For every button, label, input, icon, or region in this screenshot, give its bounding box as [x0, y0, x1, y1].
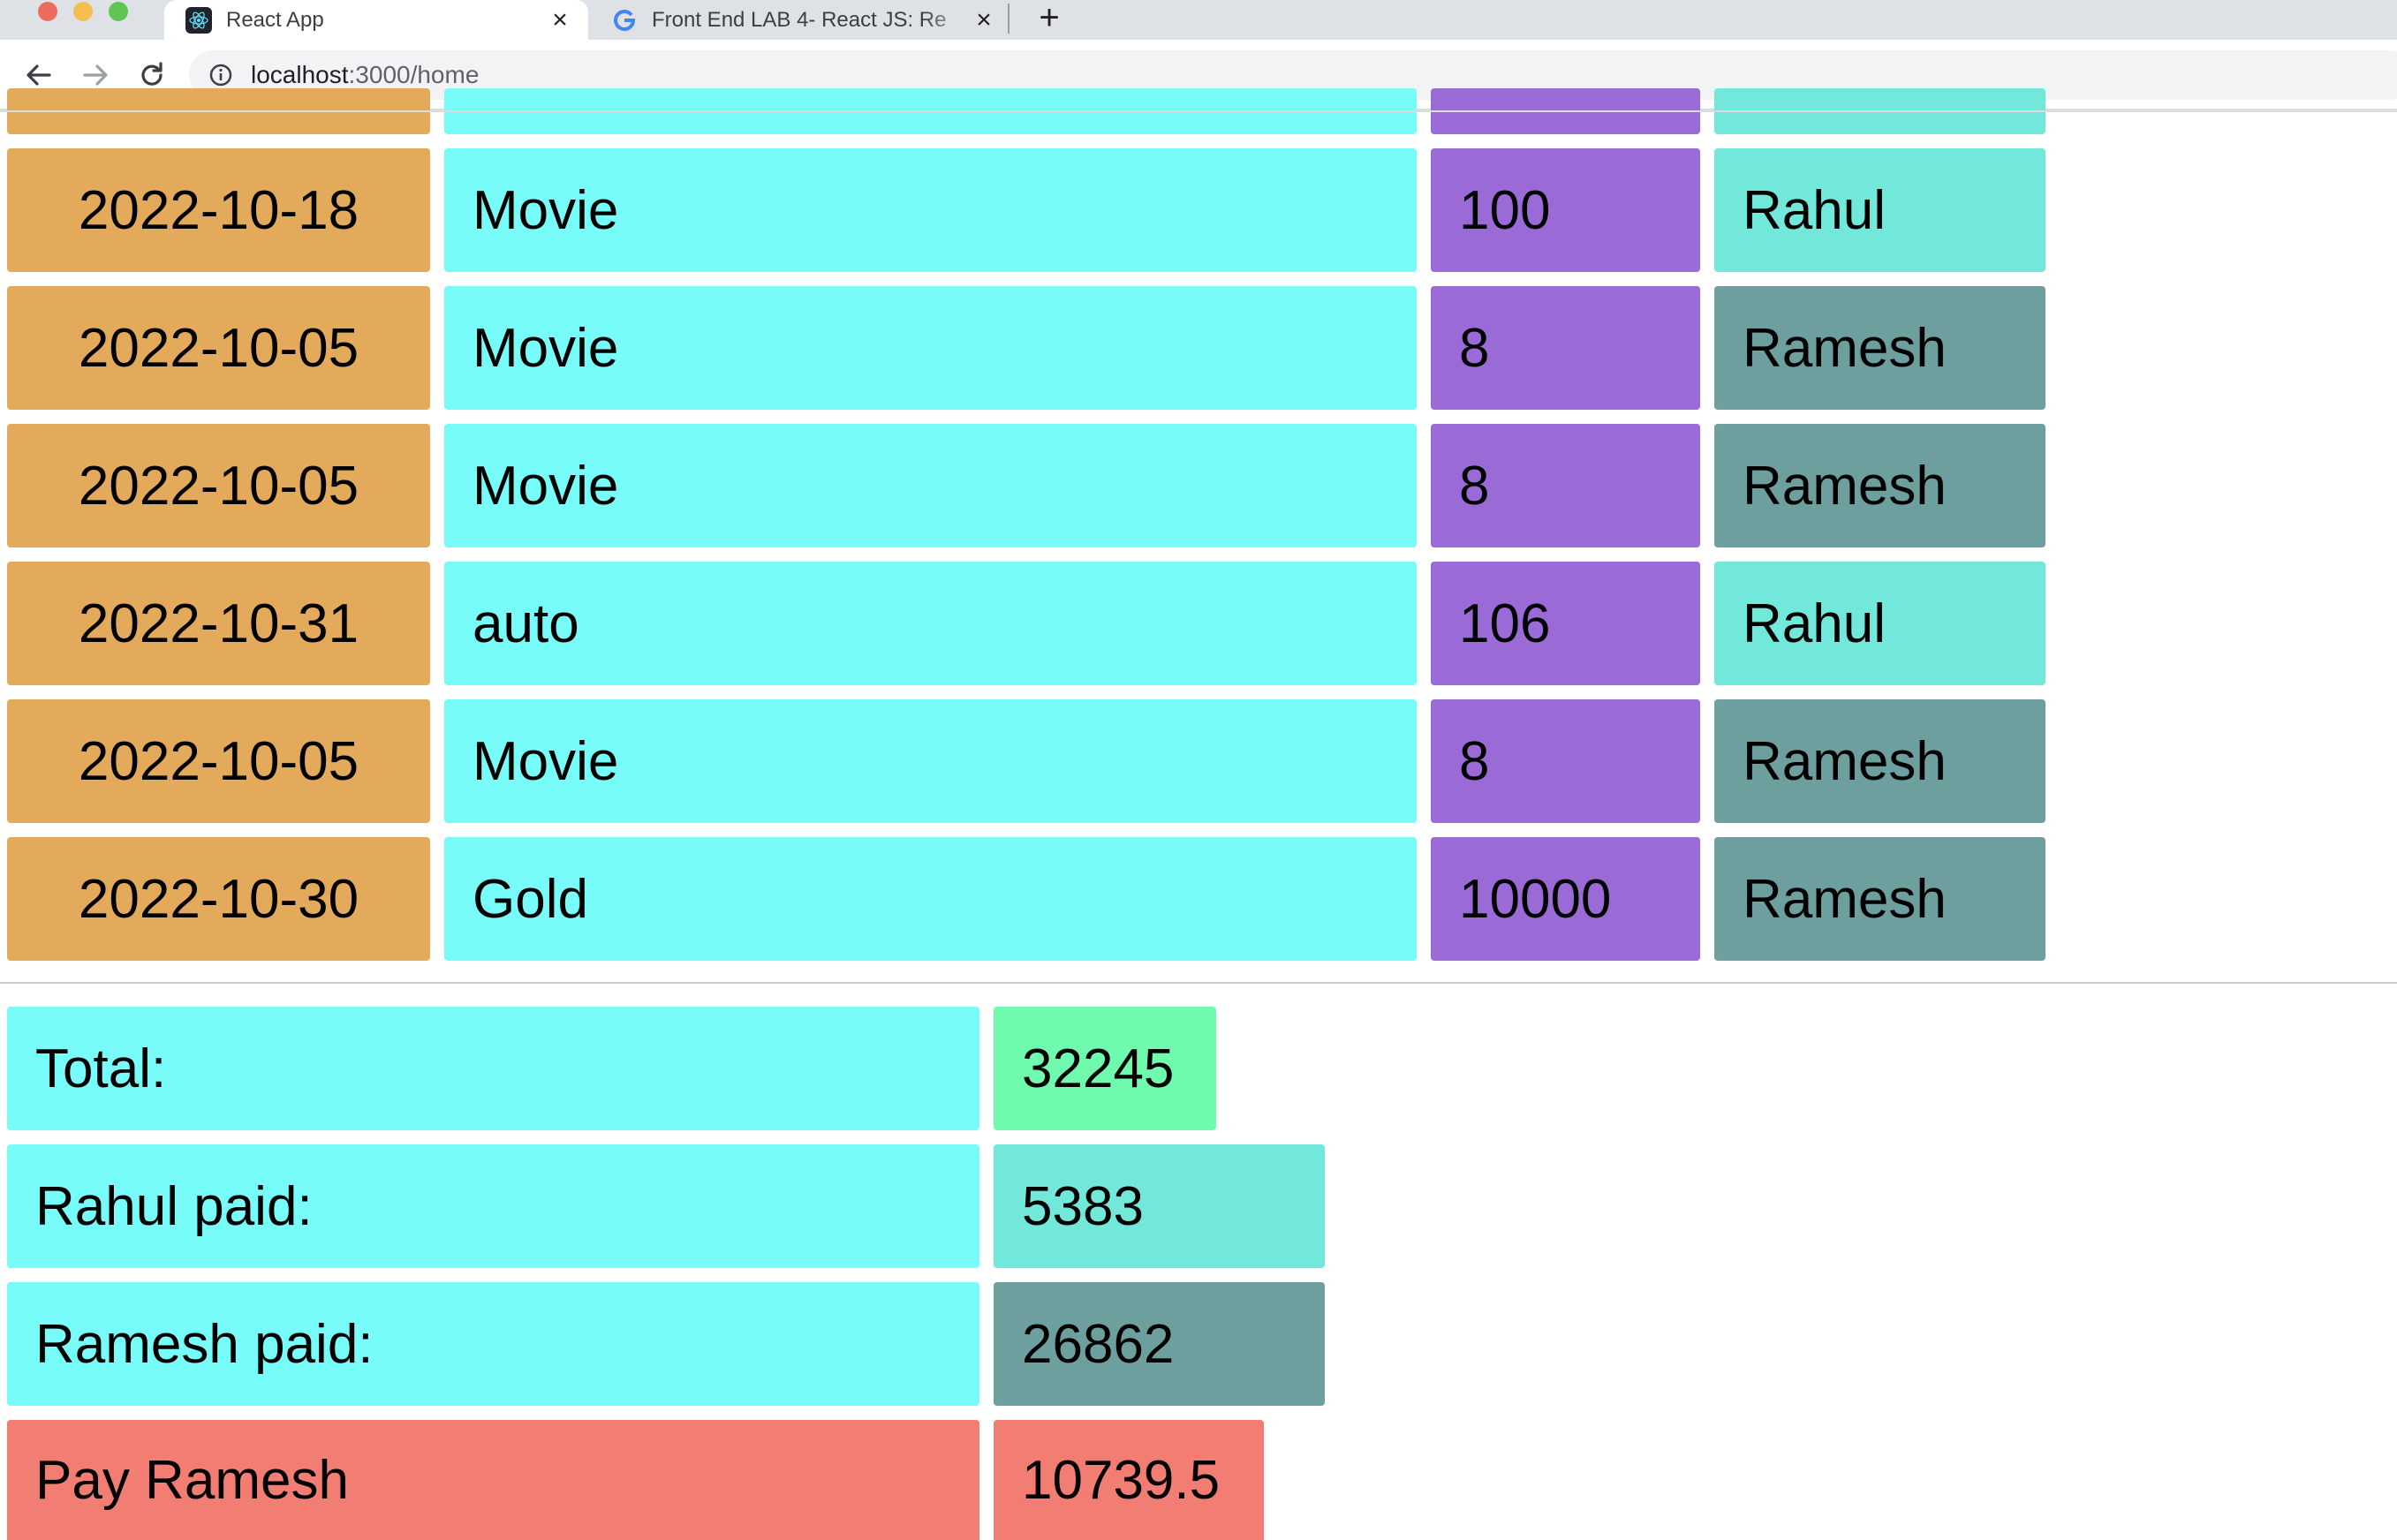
window-close-button[interactable] [38, 2, 57, 21]
new-tab-plus-icon[interactable]: + [1033, 0, 1065, 37]
payee-cell: Ramesh [1714, 286, 2045, 410]
tab-front-end-lab[interactable]: Front End LAB 4- React JS: Re × [597, 0, 1012, 40]
window-minimize-button[interactable] [73, 2, 93, 21]
tab-divider [1008, 4, 1009, 34]
total-value: 32245 [994, 1007, 1216, 1130]
date-cell: 2022-10-30 [7, 837, 430, 961]
date-cell: 2022-10-05 [7, 286, 430, 410]
browser-tab-strip: React App × Front End LAB 4- React JS: R… [0, 0, 2397, 40]
date-cell: 2022-10-05 [7, 424, 430, 547]
ramesh-paid-value: 26862 [994, 1282, 1325, 1406]
price-cell: 8 [1431, 286, 1700, 410]
react-favicon-icon [185, 6, 212, 34]
close-icon[interactable]: × [548, 6, 572, 33]
window-zoom-button[interactable] [109, 2, 128, 21]
total-label: Total: [7, 1007, 979, 1130]
payee-cell: Ramesh [1714, 424, 2045, 547]
pay-ramesh-label: Pay Ramesh [7, 1420, 979, 1540]
pay-ramesh-value: 10739.5 [994, 1420, 1264, 1540]
price-cell: 8 [1431, 699, 1700, 823]
close-icon[interactable]: × [972, 6, 996, 33]
price-cell: 100 [1431, 148, 1700, 272]
section-divider [0, 982, 2397, 984]
rahul-paid-value: 5383 [994, 1144, 1325, 1268]
info-icon[interactable] [208, 63, 233, 87]
google-favicon-icon [611, 7, 638, 34]
payee-cell: Rahul [1714, 148, 2045, 272]
product-cell: Movie [444, 148, 1417, 272]
date-cell: 2022-10-18 [7, 148, 430, 272]
rahul-paid-label: Rahul paid: [7, 1144, 979, 1268]
product-cell: Gold [444, 837, 1417, 961]
payee-cell: Ramesh [1714, 837, 2045, 961]
payee-cell: Ramesh [1714, 699, 2045, 823]
ramesh-paid-label: Ramesh paid: [7, 1282, 979, 1406]
tab-title: React App [226, 7, 324, 32]
viewport-edge [0, 110, 2397, 112]
price-cell: 10000 [1431, 837, 1700, 961]
date-cell: 2022-10-31 [7, 562, 430, 685]
tab-react-app[interactable]: React App × [164, 0, 588, 40]
date-cell: 2022-10-05 [7, 699, 430, 823]
product-cell: Movie [444, 286, 1417, 410]
payee-cell: Rahul [1714, 562, 2045, 685]
price-cell: 8 [1431, 424, 1700, 547]
price-cell: 106 [1431, 562, 1700, 685]
product-cell: Movie [444, 699, 1417, 823]
tab-title: Front End LAB 4- React JS: Re [652, 7, 947, 32]
product-cell: Movie [444, 424, 1417, 547]
product-cell: auto [444, 562, 1417, 685]
